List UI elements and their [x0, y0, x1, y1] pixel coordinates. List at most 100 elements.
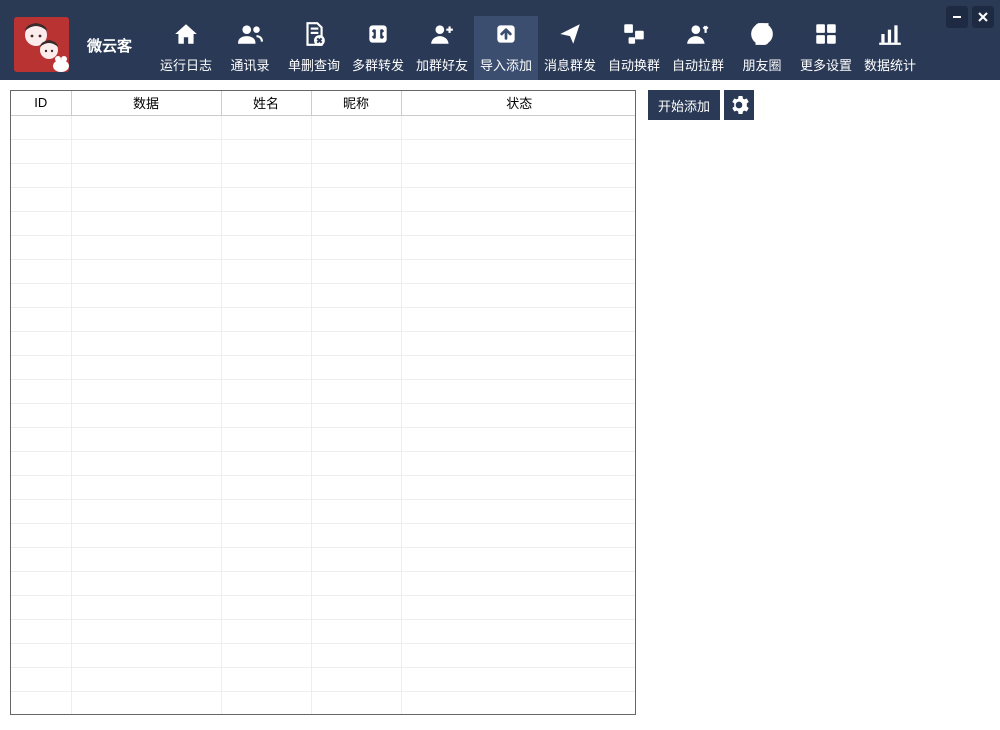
- nav-auto_switch_group[interactable]: 自动换群: [602, 16, 666, 80]
- table-row[interactable]: [11, 523, 636, 547]
- table-cell: [11, 619, 71, 643]
- table-row[interactable]: [11, 595, 636, 619]
- nav-label: 多群转发: [352, 55, 404, 74]
- nav-msg_bulk[interactable]: 消息群发: [538, 16, 602, 80]
- table-row[interactable]: [11, 379, 636, 403]
- table-cell: [221, 643, 311, 667]
- table-cell: [221, 307, 311, 331]
- table-cell: [311, 139, 401, 163]
- table-row[interactable]: [11, 115, 636, 139]
- nav-log[interactable]: 运行日志: [154, 16, 218, 80]
- table-cell: [311, 187, 401, 211]
- nav-label: 通讯录: [231, 55, 270, 74]
- col-header-name[interactable]: 姓名: [221, 91, 311, 115]
- table-row[interactable]: [11, 427, 636, 451]
- table-cell: [71, 355, 221, 379]
- table-row[interactable]: [11, 619, 636, 643]
- data-table: ID数据姓名昵称状态: [11, 91, 636, 715]
- table-cell: [311, 571, 401, 595]
- col-header-nickname[interactable]: 昵称: [311, 91, 401, 115]
- table-cell: [11, 259, 71, 283]
- table-cell: [11, 211, 71, 235]
- nav-stats[interactable]: 数据统计: [858, 16, 922, 80]
- brand: 微云客: [0, 0, 144, 80]
- table-row[interactable]: [11, 499, 636, 523]
- table-row[interactable]: [11, 163, 636, 187]
- table-row[interactable]: [11, 667, 636, 691]
- table-cell: [311, 355, 401, 379]
- table-row[interactable]: [11, 259, 636, 283]
- table-row[interactable]: [11, 547, 636, 571]
- col-header-data[interactable]: 数据: [71, 91, 221, 115]
- nav-label: 自动换群: [608, 55, 660, 74]
- table-cell: [311, 379, 401, 403]
- table-row[interactable]: [11, 307, 636, 331]
- gear-icon: [729, 95, 749, 115]
- table-cell: [11, 379, 71, 403]
- table-cell: [401, 547, 636, 571]
- table-cell: [401, 259, 636, 283]
- table-row[interactable]: [11, 643, 636, 667]
- nav-label: 消息群发: [544, 55, 596, 74]
- table-cell: [221, 331, 311, 355]
- table-row[interactable]: [11, 187, 636, 211]
- table-cell: [221, 403, 311, 427]
- minimize-button[interactable]: [946, 6, 968, 28]
- table-cell: [311, 475, 401, 499]
- start-add-button[interactable]: 开始添加: [648, 90, 720, 120]
- table-row[interactable]: [11, 211, 636, 235]
- nav-moments[interactable]: 朋友圈: [730, 16, 794, 80]
- table-cell: [71, 475, 221, 499]
- table-cell: [221, 667, 311, 691]
- bar-chart-icon: [877, 19, 903, 49]
- nav-import_add[interactable]: 导入添加: [474, 16, 538, 80]
- nav-contacts[interactable]: 通讯录: [218, 16, 282, 80]
- table-cell: [311, 547, 401, 571]
- table-cell: [71, 379, 221, 403]
- table-cell: [11, 115, 71, 139]
- table-row[interactable]: [11, 691, 636, 715]
- table-header-row: ID数据姓名昵称状态: [11, 91, 636, 115]
- table-row[interactable]: [11, 403, 636, 427]
- nav-single_delete[interactable]: 单删查询: [282, 16, 346, 80]
- table-cell: [71, 115, 221, 139]
- table-cell: [401, 475, 636, 499]
- table-cell: [71, 331, 221, 355]
- table-row[interactable]: [11, 331, 636, 355]
- table-row[interactable]: [11, 283, 636, 307]
- col-header-status[interactable]: 状态: [401, 91, 636, 115]
- table-cell: [221, 379, 311, 403]
- nav-label: 数据统计: [864, 55, 916, 74]
- table-row[interactable]: [11, 451, 636, 475]
- grid-icon: [813, 19, 839, 49]
- table-cell: [311, 643, 401, 667]
- table-cell: [221, 499, 311, 523]
- table-row[interactable]: [11, 355, 636, 379]
- table-cell: [311, 259, 401, 283]
- table-row[interactable]: [11, 475, 636, 499]
- table-cell: [311, 115, 401, 139]
- table-row[interactable]: [11, 571, 636, 595]
- person-up-icon: [685, 19, 711, 49]
- table-cell: [311, 163, 401, 187]
- table-cell: [401, 427, 636, 451]
- swap-icon: [365, 19, 391, 49]
- table-row[interactable]: [11, 139, 636, 163]
- table-cell: [71, 163, 221, 187]
- table-cell: [311, 595, 401, 619]
- table-cell: [71, 691, 221, 715]
- table-cell: [221, 283, 311, 307]
- settings-gear-button[interactable]: [724, 90, 754, 120]
- nav-add_group_friend[interactable]: 加群好友: [410, 16, 474, 80]
- nav-multi_forward[interactable]: 多群转发: [346, 16, 410, 80]
- table-cell: [311, 619, 401, 643]
- nav-more_settings[interactable]: 更多设置: [794, 16, 858, 80]
- table-cell: [71, 571, 221, 595]
- col-header-id[interactable]: ID: [11, 91, 71, 115]
- table-row[interactable]: [11, 235, 636, 259]
- nav-auto_pull_group[interactable]: 自动拉群: [666, 16, 730, 80]
- close-button[interactable]: [972, 6, 994, 28]
- send-icon: [557, 19, 583, 49]
- table-cell: [11, 139, 71, 163]
- table-cell: [11, 643, 71, 667]
